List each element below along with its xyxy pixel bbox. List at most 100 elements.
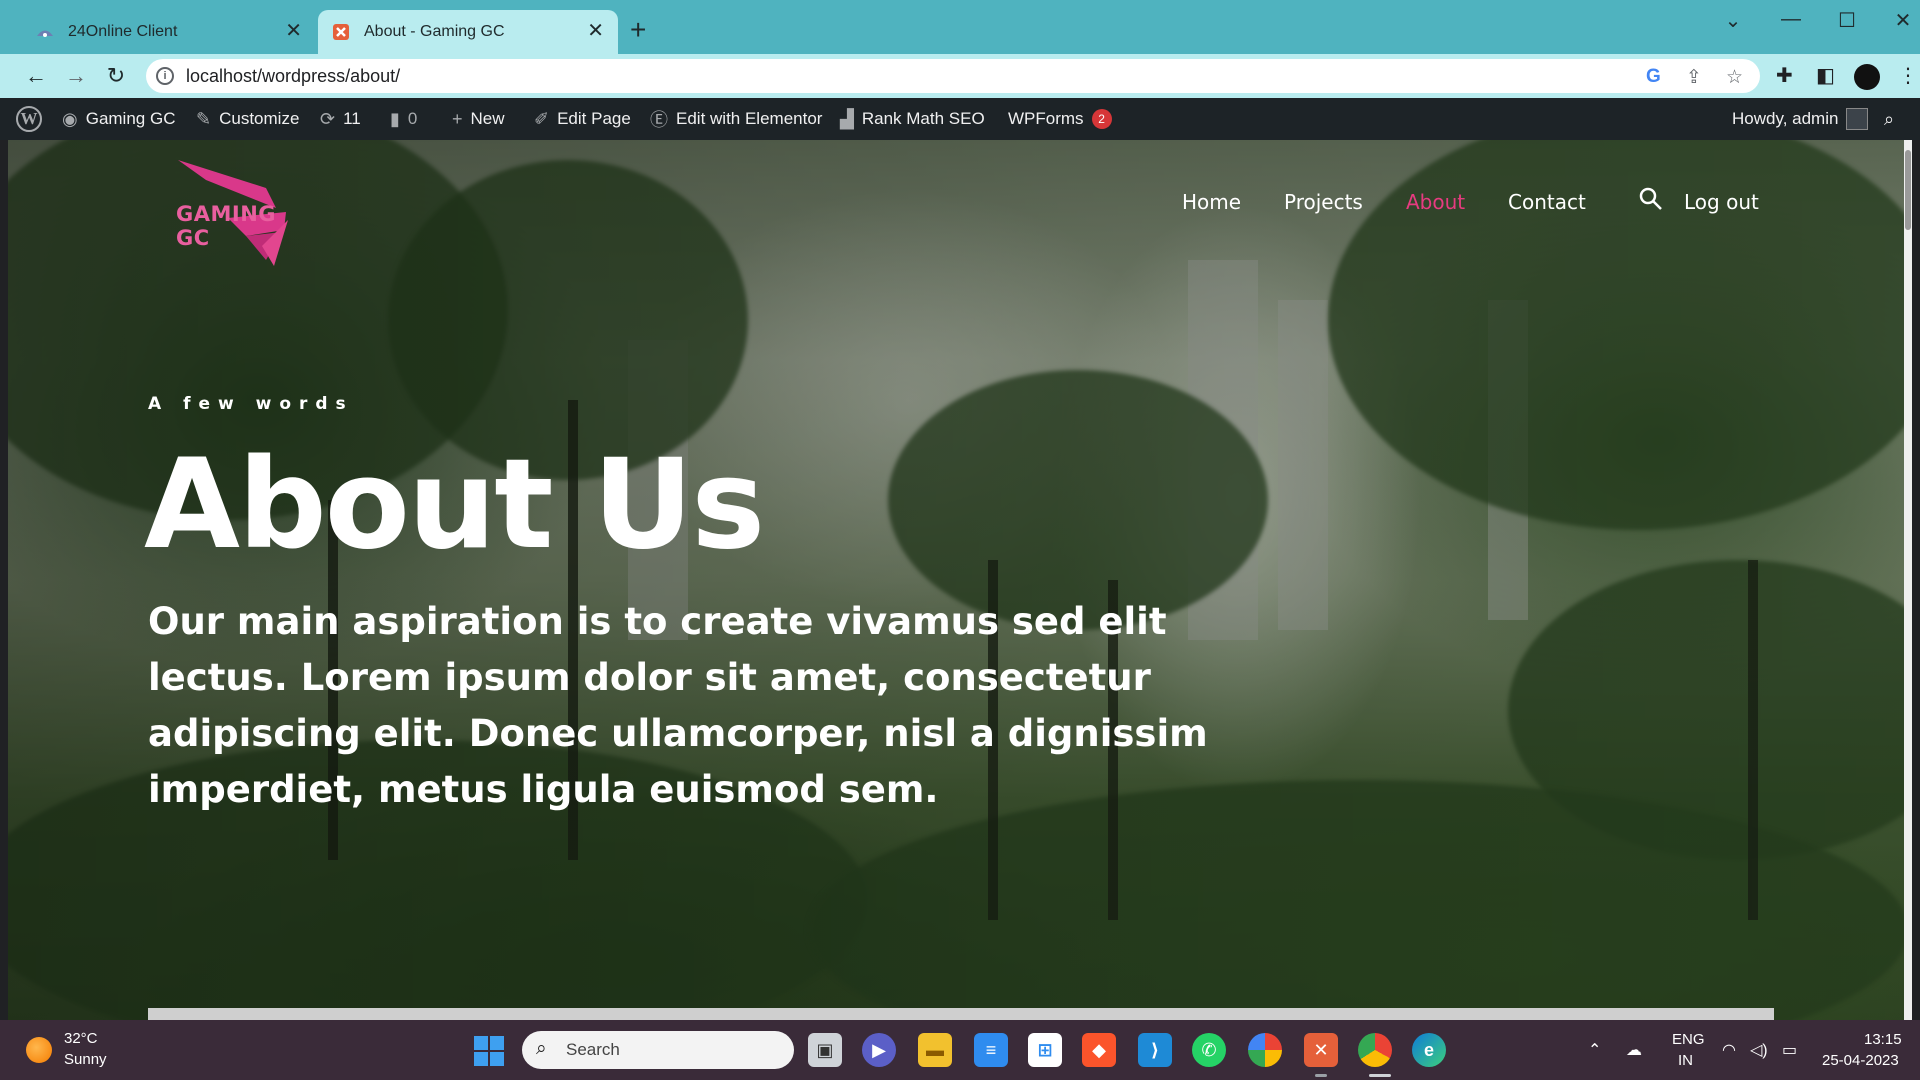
tab-about-gaming-gc[interactable]: About - Gaming GC ✕ <box>318 10 618 54</box>
customize-link[interactable]: ✎ Customize <box>196 98 299 140</box>
elementor-icon: Ⓔ <box>650 110 668 130</box>
scrollbar-thumb[interactable] <box>1905 150 1911 230</box>
vscode-icon[interactable]: ⟩ <box>1138 1033 1172 1067</box>
extensions-icon[interactable]: ✚ <box>1776 63 1793 88</box>
nav-projects[interactable]: Projects <box>1284 190 1363 214</box>
edge-beta-icon[interactable]: e <box>1412 1033 1446 1067</box>
site-info-icon[interactable]: i <box>156 67 174 85</box>
weather-condition[interactable]: Sunny <box>64 1051 107 1068</box>
close-tab-icon[interactable]: ✕ <box>587 21 604 41</box>
microsoft-store-icon[interactable]: ⊞ <box>1028 1033 1062 1067</box>
chrome-icon[interactable] <box>1358 1033 1392 1067</box>
site-name-link[interactable]: ◉ Gaming GC <box>62 98 175 140</box>
page-viewport: GAMING GC Home Projects About Contact Lo… <box>8 140 1912 1020</box>
edit-with-elementor-link[interactable]: Ⓔ Edit with Elementor <box>650 98 822 140</box>
edit-elementor-label: Edit with Elementor <box>676 109 823 128</box>
file-explorer-icon[interactable]: ▬ <box>918 1033 952 1067</box>
tray-overflow-icon[interactable]: ⌃ <box>1588 1040 1601 1060</box>
nav-home[interactable]: Home <box>1182 190 1241 214</box>
site-logo[interactable]: GAMING GC <box>166 160 316 270</box>
profile-avatar[interactable] <box>1854 64 1880 90</box>
close-tab-icon[interactable]: ✕ <box>285 21 302 41</box>
network-icon <box>37 30 53 37</box>
language-indicator[interactable]: ENG <box>1672 1031 1705 1048</box>
brush-icon: ✎ <box>196 108 212 129</box>
teams-chat-icon[interactable]: ▶ <box>862 1033 896 1067</box>
menu-kebab-icon[interactable]: ⋮ <box>1898 63 1918 88</box>
rank-math-icon: ▟ <box>840 108 854 129</box>
wp-admin-bar: W ◉ Gaming GC ✎ Customize ⟳ 11 ▮ 0 + New… <box>0 98 1920 140</box>
forward-icon[interactable]: → <box>62 62 90 90</box>
comment-icon: ▮ <box>390 108 400 129</box>
xampp-icon[interactable]: ✕ <box>1304 1033 1338 1067</box>
clock-time[interactable]: 13:15 <box>1864 1031 1902 1048</box>
updates-link[interactable]: ⟳ 11 <box>320 98 361 140</box>
nav-contact[interactable]: Contact <box>1508 190 1586 214</box>
google-lens-icon[interactable]: G <box>1646 66 1661 88</box>
pencil-icon: ✐ <box>534 108 550 129</box>
page-scrollbar[interactable] <box>1904 140 1912 1020</box>
windows-taskbar: 32°C Sunny ⌕ Search ▣ ▶ ▬ ≡ ⊞ ◆ ⟩ ✆ ✕ e … <box>0 1020 1920 1080</box>
customize-label: Customize <box>219 109 300 128</box>
tab-title: About - Gaming GC <box>364 23 505 40</box>
weather-temperature[interactable]: 32°C <box>64 1030 98 1047</box>
onedrive-icon[interactable]: ☁ <box>1626 1040 1642 1060</box>
back-icon[interactable]: ← <box>22 62 50 90</box>
bookmark-star-icon[interactable]: ☆ <box>1726 66 1743 89</box>
whatsapp-icon[interactable]: ✆ <box>1192 1033 1226 1067</box>
photos-icon[interactable] <box>1248 1033 1282 1067</box>
nav-logout[interactable]: Log out <box>1684 190 1759 214</box>
close-window-icon[interactable]: ✕ <box>1888 8 1918 33</box>
running-indicator <box>1315 1074 1327 1077</box>
tab-search-icon[interactable]: ⌄ <box>1718 8 1748 33</box>
share-icon[interactable]: ⇪ <box>1686 66 1702 89</box>
region-indicator[interactable]: IN <box>1678 1052 1693 1069</box>
taskbar-search[interactable]: ⌕ Search <box>522 1031 794 1069</box>
hero-overlay <box>8 140 1912 1020</box>
start-button[interactable] <box>474 1036 504 1066</box>
new-content-link[interactable]: + New <box>452 98 505 140</box>
url-text[interactable]: localhost/wordpress/about/ <box>186 66 400 87</box>
account-menu[interactable]: Howdy, admin <box>1732 98 1869 140</box>
logo-text: GAMING GC <box>176 202 277 250</box>
howdy-label: Howdy, admin <box>1732 109 1839 128</box>
clock-date[interactable]: 25-04-2023 <box>1822 1052 1899 1069</box>
dashboard-icon: ◉ <box>62 108 78 129</box>
edit-page-label: Edit Page <box>557 109 631 128</box>
new-tab-button[interactable]: + <box>630 16 646 44</box>
updates-icon: ⟳ <box>320 108 336 129</box>
elementor-icon <box>333 24 349 40</box>
edit-page-link[interactable]: ✐ Edit Page <box>534 98 631 140</box>
site-name-label: Gaming GC <box>85 109 176 128</box>
minimize-icon[interactable]: — <box>1776 8 1806 31</box>
site-search-icon[interactable] <box>1638 186 1664 212</box>
browser-toolbar: ← → ↻ i localhost/wordpress/about/ G ⇪ ☆… <box>0 54 1920 98</box>
sun-icon[interactable] <box>26 1037 52 1063</box>
next-section-image-edge <box>148 1008 1774 1020</box>
plus-icon: + <box>452 108 463 129</box>
comments-count: 0 <box>407 109 418 128</box>
wpforms-label: WPForms <box>1008 109 1084 128</box>
rank-math-seo-link[interactable]: ▟ Rank Math SEO <box>840 98 985 140</box>
browser-tab-strip: 24Online Client ✕ About - Gaming GC ✕ + … <box>0 0 1920 54</box>
address-bar[interactable]: i localhost/wordpress/about/ G ⇪ ☆ <box>146 59 1760 93</box>
wpforms-link[interactable]: WPForms 2 <box>1008 98 1112 140</box>
reload-icon[interactable]: ↻ <box>102 62 130 90</box>
notepad-icon[interactable]: ≡ <box>974 1033 1008 1067</box>
task-view-icon[interactable]: ▣ <box>808 1033 842 1067</box>
tab-24online-client[interactable]: 24Online Client ✕ <box>22 10 316 54</box>
volume-icon[interactable]: ◁) <box>1750 1040 1768 1060</box>
wifi-icon[interactable]: ◠ <box>1722 1040 1736 1060</box>
side-panel-icon[interactable]: ◧ <box>1816 63 1835 88</box>
new-label: New <box>470 109 505 128</box>
hero-eyebrow: A few words <box>148 394 354 414</box>
brave-browser-icon[interactable]: ◆ <box>1082 1033 1116 1067</box>
wordpress-logo-button[interactable]: W <box>16 98 42 140</box>
active-indicator <box>1369 1074 1391 1077</box>
maximize-icon[interactable]: ☐ <box>1832 8 1862 33</box>
nav-about[interactable]: About <box>1406 190 1465 214</box>
admin-search-button[interactable]: ⌕ <box>1884 98 1894 140</box>
battery-icon[interactable]: ▭ <box>1782 1040 1797 1060</box>
comments-link[interactable]: ▮ 0 <box>390 98 417 140</box>
updates-count: 11 <box>343 109 361 128</box>
